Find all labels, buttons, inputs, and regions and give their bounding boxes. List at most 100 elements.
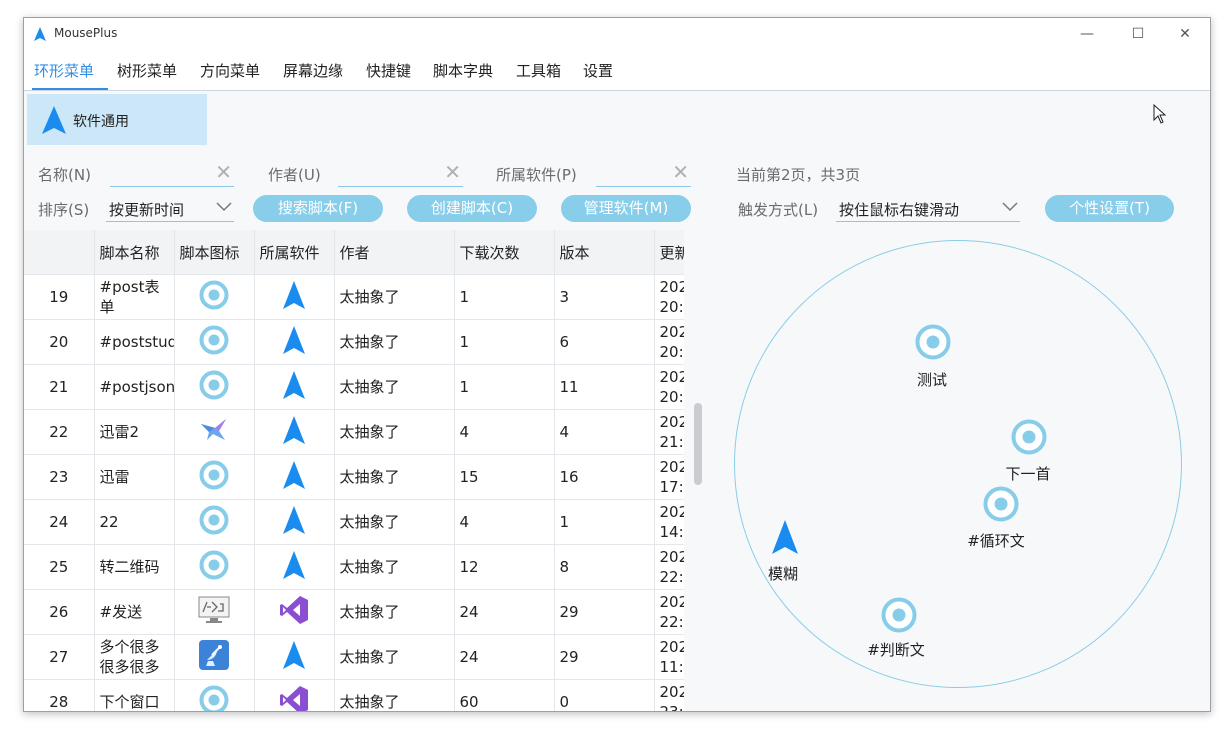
author-cell: 太抽象了 bbox=[334, 679, 455, 711]
title-bar: MousePlus — ☐ ✕ bbox=[24, 18, 1210, 50]
maximize-button[interactable]: ☐ bbox=[1118, 22, 1158, 46]
downloads-cell: 24 bbox=[454, 634, 555, 680]
ring-item-label: #循环文 bbox=[967, 532, 1025, 550]
category-general-software[interactable]: 软件通用 bbox=[27, 94, 207, 145]
row-index: 22 bbox=[49, 423, 69, 441]
personal-settings-button[interactable]: 个性设置(T) bbox=[1045, 195, 1174, 222]
name-input[interactable]: ✕ bbox=[110, 160, 234, 187]
author-cell: 太抽象了 bbox=[334, 499, 455, 545]
header-software[interactable]: 所属软件 bbox=[254, 230, 335, 275]
header-author[interactable]: 作者 bbox=[334, 230, 455, 275]
software-cell bbox=[254, 544, 335, 590]
row-index: 27 bbox=[24, 634, 95, 680]
target-icon bbox=[199, 280, 229, 315]
author-label: 作者(U) bbox=[268, 166, 321, 184]
software-cell bbox=[254, 364, 335, 410]
author-text: 太抽象了 bbox=[339, 603, 400, 621]
script-icon-cell bbox=[174, 409, 255, 455]
row-index: 19 bbox=[24, 274, 95, 320]
target-icon[interactable] bbox=[983, 486, 1019, 522]
close-button[interactable]: ✕ bbox=[1165, 22, 1205, 46]
table-row[interactable]: 24 22 太抽象了 4 1 2023/9/11 14:34:33 bbox=[24, 499, 684, 545]
update-time-cell: 2023/9/923:41:36 bbox=[654, 679, 684, 711]
table-row[interactable]: 23 迅雷 太抽象了 15 16 2023/9/12 17:29:18 bbox=[24, 454, 684, 500]
tab-direction-menu[interactable]: 方向菜单 bbox=[200, 60, 260, 84]
clear-author-icon[interactable]: ✕ bbox=[444, 160, 461, 184]
tab-settings[interactable]: 设置 bbox=[583, 60, 613, 84]
table-scrollbar[interactable] bbox=[694, 403, 702, 485]
script-name-cell: 转二维码 bbox=[94, 544, 175, 590]
sort-select[interactable]: 按更新时间 bbox=[106, 197, 234, 222]
header-downloads[interactable]: 下载次数 bbox=[454, 230, 555, 275]
ring-item-label: 模糊 bbox=[767, 565, 799, 583]
clear-name-icon[interactable]: ✕ bbox=[215, 160, 232, 184]
tab-hotkeys[interactable]: 快捷键 bbox=[366, 60, 411, 84]
target-icon[interactable] bbox=[881, 597, 917, 633]
header-update-time[interactable]: 更新时间 bbox=[654, 230, 684, 275]
author-text: 太抽象了 bbox=[339, 288, 400, 306]
author-text: 太抽象了 bbox=[339, 558, 400, 576]
table-row[interactable]: 28 下个窗口 太抽象了 60 0 2023/9/923:41:36 bbox=[24, 679, 684, 711]
update-clock: 14:34:33 bbox=[659, 523, 684, 541]
update-time-cell: 2023/9/10 22:29:12 bbox=[654, 544, 684, 590]
arrow-logo-icon bbox=[283, 550, 305, 584]
table-row[interactable]: 25 转二维码 太抽象了 12 8 2023/9/10 22:29:12 bbox=[24, 544, 684, 590]
row-index: 24 bbox=[24, 499, 95, 545]
table-row[interactable]: 19 #post表单 太抽象了 1 3 2023/9/13 20:15:21 bbox=[24, 274, 684, 320]
table-row[interactable]: 22 迅雷2 太抽象了 4 4 2023/9/12 21:39:29 bbox=[24, 409, 684, 455]
app-logo-icon bbox=[34, 27, 46, 41]
tab-script-dictionary[interactable]: 脚本字典 bbox=[433, 60, 493, 84]
downloads-text: 1 bbox=[459, 288, 470, 306]
table-row[interactable]: 27 多个很多很多很多 太抽象了 24 29 2023/9/10 11:41:14 bbox=[24, 634, 684, 680]
script-name-text: #poststud bbox=[99, 333, 174, 351]
script-name-cell: #发送 bbox=[94, 589, 175, 635]
tab-ring-menu[interactable]: 环形菜单 bbox=[34, 60, 94, 84]
script-icon-cell bbox=[174, 499, 255, 545]
table-row[interactable]: 21#postjson太抽象了1112023/9/1320:12:45 bbox=[24, 364, 684, 410]
downloads-text: 24 bbox=[459, 603, 479, 621]
script-icon-cell bbox=[174, 544, 255, 590]
trigger-select[interactable]: 按住鼠标右键滑动 bbox=[836, 197, 1020, 222]
row-index: 22 bbox=[24, 409, 95, 455]
target-icon[interactable] bbox=[915, 324, 951, 360]
version-cell: 4 bbox=[554, 409, 655, 455]
arrow-logo-icon[interactable] bbox=[767, 519, 803, 555]
header-index bbox=[24, 230, 95, 275]
software-input[interactable]: ✕ bbox=[596, 160, 691, 187]
update-clock: 17:29:18 bbox=[659, 478, 684, 496]
header-script-icon[interactable]: 脚本图标 bbox=[174, 230, 255, 275]
author-input[interactable]: ✕ bbox=[338, 160, 463, 187]
version-text: 3 bbox=[559, 288, 570, 306]
header-version[interactable]: 版本 bbox=[554, 230, 655, 275]
search-script-button[interactable]: 搜索脚本(F) bbox=[253, 195, 383, 222]
update-clock: 21:39:29 bbox=[659, 433, 684, 451]
arrow-logo-icon bbox=[283, 325, 305, 359]
clear-software-icon[interactable]: ✕ bbox=[672, 160, 689, 184]
visual-studio-icon bbox=[278, 594, 310, 631]
ring-item-label: #判断文 bbox=[867, 641, 925, 659]
create-script-button[interactable]: 创建脚本(C) bbox=[407, 195, 537, 222]
author-text: 太抽象了 bbox=[339, 648, 400, 666]
table-row[interactable]: 20 #poststud 太抽象了 1 6 2023/9/13 20:15:06 bbox=[24, 319, 684, 365]
category-label: 软件通用 bbox=[73, 114, 129, 130]
downloads-text: 4 bbox=[459, 423, 470, 441]
tab-screen-edge[interactable]: 屏幕边缘 bbox=[283, 60, 343, 84]
update-clock: 11:41:14 bbox=[659, 658, 684, 676]
update-date: 2023/9/10 bbox=[659, 638, 684, 656]
table-row[interactable]: 26 #发送 太抽象了 24 29 2023/9/10 22:13:40 bbox=[24, 589, 684, 635]
software-cell bbox=[254, 589, 335, 635]
arrow-logo-icon bbox=[283, 415, 305, 449]
header-script-name[interactable]: 脚本名称 bbox=[94, 230, 175, 275]
version-cell: 0 bbox=[554, 679, 655, 711]
downloads-cell: 1 bbox=[454, 274, 555, 320]
target-icon[interactable] bbox=[1011, 419, 1047, 455]
row-index: 21 bbox=[49, 378, 69, 396]
update-time-cell: 2023/9/12 21:39:29 bbox=[654, 409, 684, 455]
tab-toolbox[interactable]: 工具箱 bbox=[516, 60, 561, 84]
version-cell: 3 bbox=[554, 274, 655, 320]
row-index: 28 bbox=[24, 679, 95, 711]
tab-tree-menu[interactable]: 树形菜单 bbox=[117, 60, 177, 84]
table-header: 脚本名称 脚本图标 所属软件 作者 下载次数 版本 更新时间 bbox=[24, 230, 684, 275]
minimize-button[interactable]: — bbox=[1067, 22, 1107, 46]
manage-software-button[interactable]: 管理软件(M) bbox=[561, 195, 691, 222]
